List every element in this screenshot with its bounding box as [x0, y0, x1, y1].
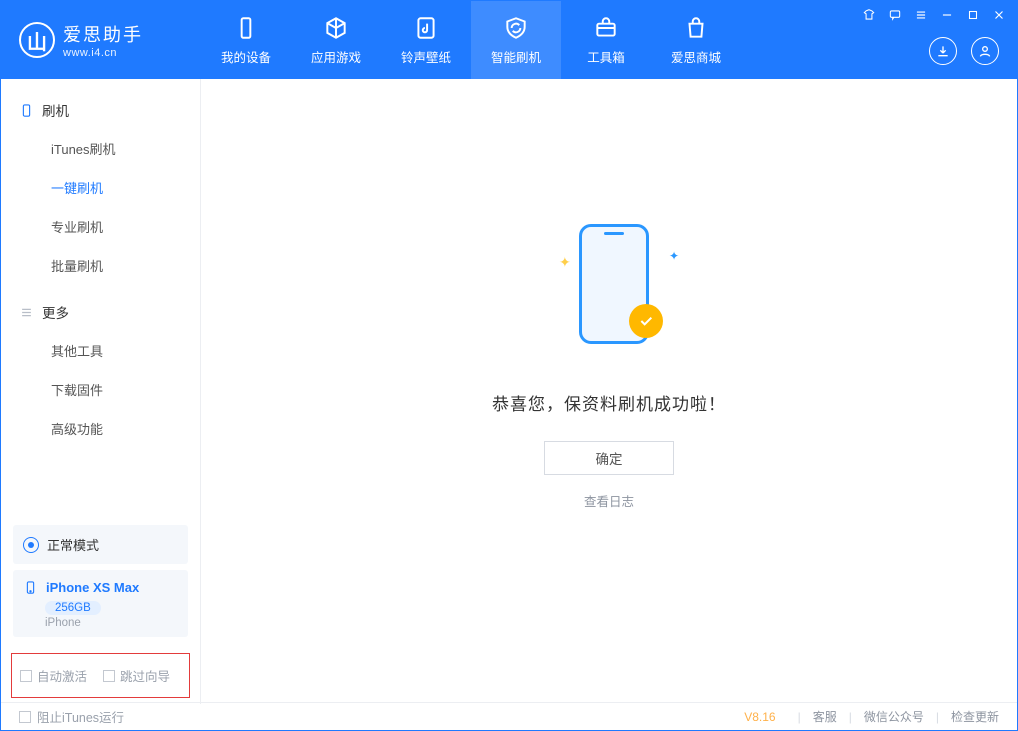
- sidebar-group-more: 更多: [1, 293, 200, 331]
- sidebar-item-other-tools[interactable]: 其他工具: [1, 331, 200, 370]
- maximize-button[interactable]: [961, 5, 985, 25]
- skip-wizard-checkbox[interactable]: 跳过向导: [103, 666, 170, 685]
- options-highlight: 自动激活 跳过向导: [11, 653, 190, 698]
- tab-label: 我的设备: [221, 47, 271, 66]
- device-name-text: iPhone XS Max: [46, 580, 139, 595]
- menu-icon: [914, 8, 928, 22]
- tab-apps-games[interactable]: 应用游戏: [291, 1, 381, 79]
- phone-icon: [19, 103, 34, 118]
- bag-icon: [683, 15, 709, 41]
- shirt-icon: [862, 8, 876, 22]
- main-content: ✦ ✦ 恭喜您，保资料刷机成功啦！ 确定 查看日志: [201, 79, 1017, 704]
- tab-smart-flash[interactable]: 智能刷机: [471, 1, 561, 79]
- download-icon: [935, 43, 951, 59]
- group-title-text: 更多: [42, 302, 69, 322]
- theme-button[interactable]: [857, 5, 881, 25]
- brand-name: 爱思助手: [63, 21, 143, 47]
- sidebar-item-pro-flash[interactable]: 专业刷机: [1, 207, 200, 246]
- header-right-actions: [929, 37, 999, 65]
- cube-icon: [323, 15, 349, 41]
- checkbox-icon: [103, 670, 115, 682]
- device-mode-card[interactable]: 正常模式: [13, 525, 188, 564]
- support-link[interactable]: 客服: [813, 708, 837, 725]
- toolbox-icon: [593, 15, 619, 41]
- checkbox-icon: [20, 670, 32, 682]
- version-text: V8.16: [744, 710, 775, 724]
- tab-ringtones-wallpapers[interactable]: 铃声壁纸: [381, 1, 471, 79]
- check-icon: [638, 313, 654, 329]
- success-message: 恭喜您，保资料刷机成功啦！: [492, 390, 726, 415]
- sparkle-icon: ✦: [669, 249, 679, 263]
- device-phone-icon: [23, 580, 38, 595]
- tab-label: 工具箱: [587, 47, 625, 66]
- brand-url: www.i4.cn: [63, 47, 143, 59]
- music-file-icon: [413, 15, 439, 41]
- checkbox-label: 阻止iTunes运行: [37, 707, 124, 726]
- sparkle-icon: ✦: [559, 254, 571, 271]
- device-icon: [233, 15, 259, 41]
- refresh-shield-icon: [503, 15, 529, 41]
- device-capacity-badge: 256GB: [45, 601, 101, 615]
- ok-button[interactable]: 确定: [544, 441, 674, 475]
- view-log-link[interactable]: 查看日志: [584, 491, 634, 510]
- header: 山 爱思助手 www.i4.cn 我的设备 应用游戏 铃声壁纸 智能刷机 工具箱: [1, 1, 1017, 79]
- footer: 阻止iTunes运行 V8.16 | 客服 | 微信公众号 | 检查更新: [1, 702, 1017, 730]
- close-icon: [992, 8, 1006, 22]
- feedback-button[interactable]: [883, 5, 907, 25]
- block-itunes-checkbox[interactable]: 阻止iTunes运行: [19, 707, 124, 726]
- close-button[interactable]: [987, 5, 1011, 25]
- status-dot-icon: [23, 537, 39, 553]
- group-title-text: 刷机: [42, 100, 69, 120]
- device-info-card[interactable]: iPhone XS Max 256GB iPhone: [13, 570, 188, 637]
- success-badge-icon: [629, 304, 663, 338]
- checkbox-label: 跳过向导: [120, 666, 170, 685]
- tab-toolbox[interactable]: 工具箱: [561, 1, 651, 79]
- main-tabs: 我的设备 应用游戏 铃声壁纸 智能刷机 工具箱 爱思商城: [201, 1, 741, 79]
- wechat-link[interactable]: 微信公众号: [864, 708, 924, 725]
- device-subtype-text: iPhone: [45, 617, 178, 629]
- download-button[interactable]: [929, 37, 957, 65]
- check-update-link[interactable]: 检查更新: [951, 708, 999, 725]
- checkbox-label: 自动激活: [37, 666, 87, 685]
- tab-my-device[interactable]: 我的设备: [201, 1, 291, 79]
- tab-label: 智能刷机: [491, 47, 541, 66]
- maximize-icon: [966, 8, 980, 22]
- sidebar-group-flash: 刷机: [1, 91, 200, 129]
- sidebar-item-download-firmware[interactable]: 下载固件: [1, 370, 200, 409]
- list-icon: [19, 305, 34, 320]
- user-icon: [977, 43, 993, 59]
- tab-label: 应用游戏: [311, 47, 361, 66]
- speech-icon: [888, 8, 902, 22]
- sidebar: 刷机 iTunes刷机 一键刷机 专业刷机 批量刷机 更多 其他工具 下载固件 …: [1, 79, 201, 704]
- window-controls: [857, 5, 1011, 25]
- minimize-button[interactable]: [935, 5, 959, 25]
- tab-label: 爱思商城: [671, 47, 721, 66]
- checkbox-icon: [19, 711, 31, 723]
- sidebar-item-advanced[interactable]: 高级功能: [1, 409, 200, 448]
- minimize-icon: [940, 8, 954, 22]
- sidebar-item-itunes-flash[interactable]: iTunes刷机: [1, 129, 200, 168]
- menu-button[interactable]: [909, 5, 933, 25]
- tab-store[interactable]: 爱思商城: [651, 1, 741, 79]
- device-mode-text: 正常模式: [47, 535, 99, 554]
- success-illustration: ✦ ✦: [519, 214, 699, 364]
- brand-logo-icon: 山: [19, 22, 55, 58]
- tab-label: 铃声壁纸: [401, 47, 451, 66]
- sidebar-item-batch-flash[interactable]: 批量刷机: [1, 246, 200, 285]
- sidebar-item-one-click-flash[interactable]: 一键刷机: [1, 168, 200, 207]
- auto-activate-checkbox[interactable]: 自动激活: [20, 666, 87, 685]
- brand: 山 爱思助手 www.i4.cn: [1, 1, 201, 79]
- user-button[interactable]: [971, 37, 999, 65]
